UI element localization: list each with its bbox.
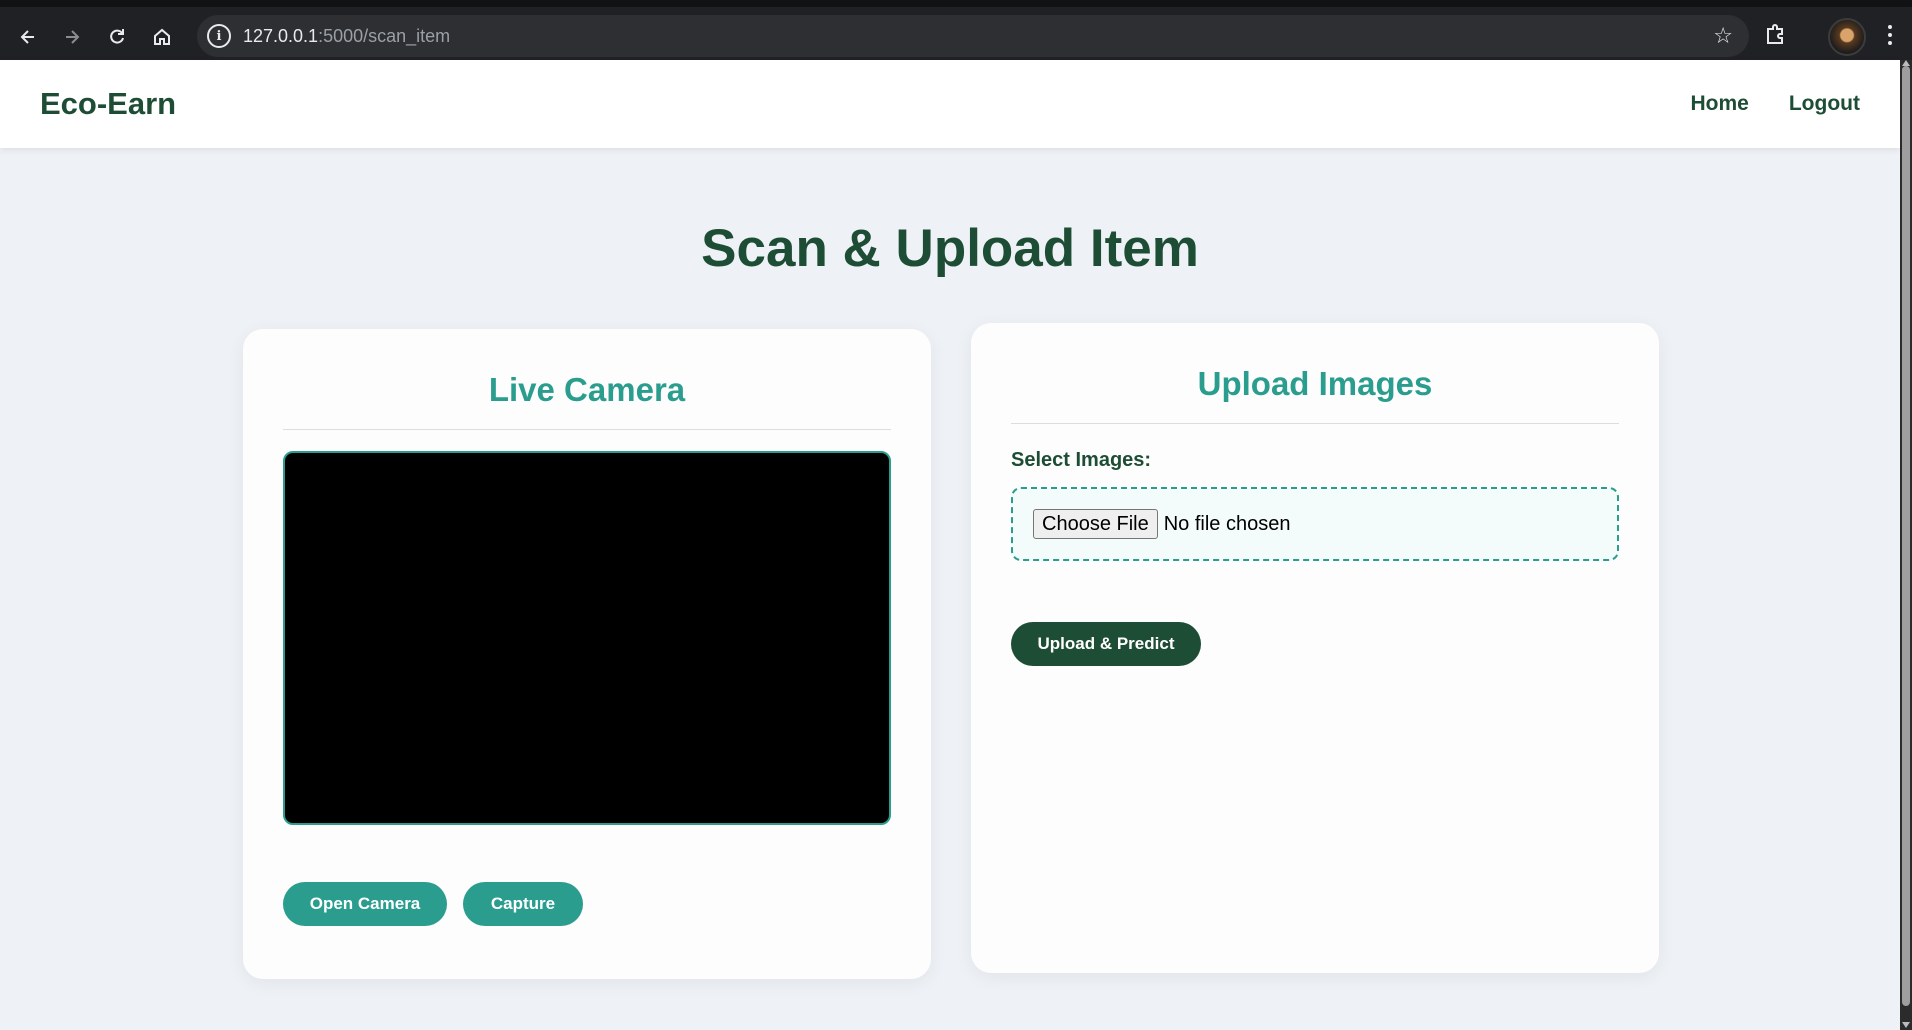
choose-file-button[interactable]: Choose File	[1033, 509, 1158, 539]
navbar: Eco-Earn Home Logout	[0, 60, 1900, 148]
brand-logo[interactable]: Eco-Earn	[40, 86, 176, 122]
upload-predict-button[interactable]: Upload & Predict	[1011, 622, 1201, 666]
live-camera-heading: Live Camera	[488, 371, 686, 408]
url-text: 127.0.0.1:5000/scan_item	[243, 25, 451, 46]
divider	[283, 429, 891, 430]
extensions-icon[interactable]	[1763, 21, 1789, 52]
page-scrollbar[interactable]	[1900, 60, 1912, 1030]
select-images-label: Select Images:	[1011, 449, 1152, 471]
capture-button[interactable]: Capture	[463, 882, 583, 926]
reload-icon[interactable]	[101, 21, 133, 53]
info-icon[interactable]: i	[207, 24, 231, 48]
page: Eco-Earn Home Logout Scan & Upload Item …	[0, 60, 1900, 1030]
home-icon[interactable]	[146, 21, 178, 53]
browser-toolbar: i 127.0.0.1:5000/scan_item ☆	[0, 0, 1912, 60]
nav-links: Home Logout	[1691, 92, 1861, 116]
live-camera-card: Live Camera Open Camera Capture	[243, 329, 931, 979]
file-status-text: No file chosen	[1163, 512, 1291, 535]
nav-logout-link[interactable]: Logout	[1789, 92, 1860, 116]
upload-images-heading: Upload Images	[1197, 365, 1433, 402]
divider	[1011, 423, 1619, 424]
address-bar[interactable]: i 127.0.0.1:5000/scan_item ☆	[197, 15, 1749, 57]
menu-kebab-icon[interactable]	[1888, 25, 1892, 45]
nav-home-link[interactable]: Home	[1691, 92, 1749, 116]
scroll-down-icon[interactable]	[1902, 1022, 1910, 1028]
open-camera-button[interactable]: Open Camera	[283, 882, 447, 926]
profile-avatar[interactable]	[1828, 18, 1866, 56]
page-title: Scan & Upload Item	[701, 219, 1199, 278]
upload-images-card: Upload Images Select Images: Choose File…	[971, 323, 1659, 973]
scrollbar-thumb[interactable]	[1902, 66, 1910, 1006]
back-arrow-icon[interactable]	[12, 21, 44, 53]
forward-arrow-icon[interactable]	[56, 21, 88, 53]
star-icon[interactable]: ☆	[1713, 23, 1733, 49]
camera-video	[283, 451, 891, 825]
file-input-zone[interactable]: Choose File No file chosen	[1011, 487, 1619, 561]
